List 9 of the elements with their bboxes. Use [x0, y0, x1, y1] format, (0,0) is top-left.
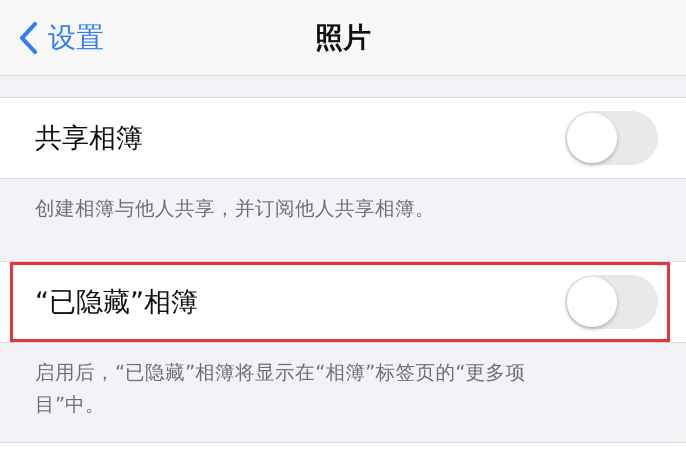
chevron-left-icon — [18, 20, 38, 54]
footer-text: 创建相簿与他人共享，并订阅他人共享相簿。 — [35, 197, 435, 220]
footer-text: 启用后，“已隐藏”相簿将显示在“相簿”标签页的“更多项目”中。 — [35, 361, 526, 416]
row-label: 共享相簿 — [35, 122, 143, 156]
page-title: 照片 — [315, 20, 371, 56]
back-button[interactable]: 设置 — [18, 18, 104, 56]
row-label: “已隐藏”相簿 — [35, 286, 198, 320]
toggle-switch[interactable] — [565, 275, 658, 329]
toggle-switch[interactable] — [565, 111, 658, 165]
